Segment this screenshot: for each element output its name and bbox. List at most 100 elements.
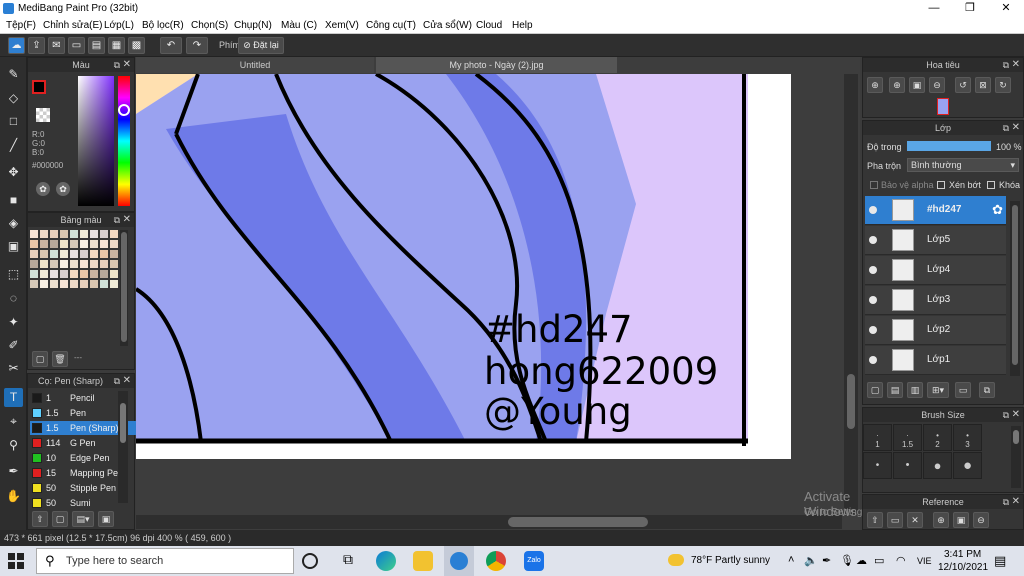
palette-color-cell[interactable]: [110, 240, 118, 248]
palette-color-cell[interactable]: [60, 250, 68, 258]
menu-window[interactable]: Cửa sổ(W): [423, 20, 472, 31]
brush-menu-icon[interactable]: ▤▾: [72, 511, 94, 527]
new-brush-icon[interactable]: ▢: [52, 511, 68, 527]
add-brush-icon[interactable]: ⇧: [32, 511, 48, 527]
palette-color-cell[interactable]: [40, 280, 48, 288]
ref-open-icon[interactable]: ⇧: [867, 512, 883, 528]
eye-icon[interactable]: [869, 236, 877, 244]
comment-icon[interactable]: ✉: [48, 37, 65, 54]
palette-color-cell[interactable]: [110, 250, 118, 258]
palette-color-cell[interactable]: [30, 240, 38, 248]
palette-color-cell[interactable]: [100, 270, 108, 278]
popout-icon[interactable]: ⧉: [1003, 121, 1009, 135]
palette-color-cell[interactable]: [60, 280, 68, 288]
task-view-icon[interactable]: ⧉: [338, 551, 358, 571]
palette-color-cell[interactable]: [80, 260, 88, 268]
pen-tool-icon[interactable]: ✒: [4, 462, 23, 481]
menu-help[interactable]: Help: [512, 20, 533, 31]
fit-icon[interactable]: ▣: [909, 77, 925, 93]
clock-time[interactable]: 3:41 PM: [944, 549, 981, 560]
popout-icon[interactable]: ⧉: [114, 213, 120, 227]
horizontal-scroll-thumb[interactable]: [508, 517, 648, 527]
edge-icon[interactable]: [376, 551, 396, 571]
palette-color-cell[interactable]: [40, 250, 48, 258]
chevron-up-icon[interactable]: ˄: [788, 554, 794, 566]
menu-cloud[interactable]: Cloud: [476, 20, 502, 31]
eye-icon[interactable]: [869, 326, 877, 334]
palette-color-cell[interactable]: [50, 260, 58, 268]
line-tool-icon[interactable]: ╱: [4, 136, 23, 155]
palette-color-cell[interactable]: [60, 270, 68, 278]
popout-icon[interactable]: ⧉: [1003, 408, 1009, 422]
chat-icon[interactable]: ▭: [68, 37, 85, 54]
brush-size-3[interactable]: • 3: [953, 424, 982, 451]
palette-color-cell[interactable]: [60, 230, 68, 238]
grid-icon[interactable]: ▦: [108, 37, 125, 54]
navigator-thumbnail[interactable]: [937, 98, 949, 115]
eye-icon[interactable]: [869, 206, 877, 214]
share-icon[interactable]: ⇪: [28, 37, 45, 54]
palette-color-cell[interactable]: [90, 250, 98, 258]
palette-color-cell[interactable]: [110, 230, 118, 238]
eye-icon[interactable]: [869, 266, 877, 274]
palette-color-cell[interactable]: [70, 270, 78, 278]
palette-icon[interactable]: ✿: [36, 182, 50, 196]
layer-scrollbar[interactable]: [1010, 201, 1020, 376]
menu-edit[interactable]: Chỉnh sửa(E): [43, 20, 103, 31]
palette-color-cell[interactable]: [70, 260, 78, 268]
cortana-icon[interactable]: [302, 553, 318, 569]
tab-untitled[interactable]: Untitled: [136, 57, 374, 73]
file-explorer-icon[interactable]: [413, 551, 433, 571]
palette-color-cell[interactable]: [110, 280, 118, 288]
page-icon[interactable]: ▤: [88, 37, 105, 54]
palette-color-cell[interactable]: [100, 280, 108, 288]
vertical-scroll-thumb[interactable]: [847, 374, 855, 429]
delete-palette-icon[interactable]: 🗑: [52, 351, 68, 367]
zoom-in-2-icon[interactable]: ⊕: [889, 77, 905, 93]
folder-icon[interactable]: ▭: [955, 382, 971, 398]
ref-zoom-in-icon[interactable]: ⊕: [933, 512, 949, 528]
wifi-icon[interactable]: ◠: [896, 554, 906, 567]
notification-icon[interactable]: ▤: [994, 553, 1006, 569]
layer-row[interactable]: #hd247 ✿: [865, 196, 1006, 225]
zoom-in-icon[interactable]: ⊕: [867, 77, 883, 93]
reset-view-icon[interactable]: ⊠: [975, 77, 991, 93]
redo-button[interactable]: ↷: [186, 37, 208, 54]
maximize-button[interactable]: ❐: [952, 0, 988, 17]
palette-color-cell[interactable]: [40, 270, 48, 278]
protect-alpha-checkbox[interactable]: [870, 181, 878, 189]
palette-color-cell[interactable]: [30, 280, 38, 288]
layer-row[interactable]: Lớp2: [865, 316, 1006, 345]
menu-color[interactable]: Màu (C): [281, 20, 317, 31]
close-icon[interactable]: ✕: [123, 213, 131, 227]
close-icon[interactable]: ✕: [123, 374, 131, 388]
windows-start-icon[interactable]: [8, 553, 24, 569]
volume-icon[interactable]: 🔈: [804, 554, 818, 567]
move-tool-icon[interactable]: ✥: [4, 163, 23, 182]
close-icon[interactable]: ✕: [1012, 408, 1020, 422]
palette-color-cell[interactable]: [90, 260, 98, 268]
palette-color-cell[interactable]: [90, 240, 98, 248]
eye-icon[interactable]: [869, 356, 877, 364]
palette-color-cell[interactable]: [70, 240, 78, 248]
palette-color-cell[interactable]: [50, 240, 58, 248]
brush-size-10[interactable]: ●: [923, 452, 952, 479]
clipping-checkbox[interactable]: [937, 181, 945, 189]
new-layer-2-icon[interactable]: ▤: [887, 382, 903, 398]
chrome-icon[interactable]: [486, 551, 506, 571]
saturation-picker[interactable]: [78, 76, 114, 206]
horizontal-scrollbar[interactable]: [136, 515, 842, 529]
operation-tool-icon[interactable]: ⌖: [4, 412, 23, 431]
popout-icon[interactable]: ⧉: [1003, 58, 1009, 72]
lock-checkbox[interactable]: [987, 181, 995, 189]
color-settings-icon[interactable]: ✿: [56, 182, 70, 196]
transparent-swatch[interactable]: [36, 108, 50, 122]
artboard[interactable]: #hd247 hong622009 @Young: [136, 74, 791, 459]
brush-settings-icon[interactable]: ▣: [98, 511, 114, 527]
brush-size-7[interactable]: •: [893, 452, 922, 479]
select-pen-icon[interactable]: ✐: [4, 336, 23, 355]
reset-button[interactable]: ⊘ Đặt lại: [238, 37, 284, 54]
ref-close-icon[interactable]: ✕: [907, 512, 923, 528]
duplicate-layer-icon[interactable]: ⧉: [979, 382, 995, 398]
palette-color-cell[interactable]: [90, 280, 98, 288]
